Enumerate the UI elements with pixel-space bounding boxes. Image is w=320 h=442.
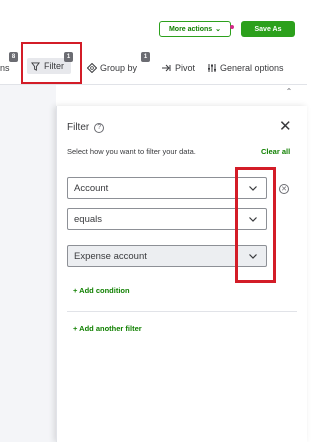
filter-panel-title: Filter <box>67 122 90 133</box>
toolbar-filter-label: Filter <box>44 61 64 71</box>
toolbar-divider <box>0 84 307 85</box>
more-actions-label: More actions <box>168 25 213 33</box>
value-select-value: Expense account <box>74 250 147 262</box>
filter-count-badge: 1 <box>64 52 73 62</box>
toolbar-item-group-by[interactable]: Group by <box>87 58 137 78</box>
pivot-icon <box>161 63 172 73</box>
report-background <box>0 84 56 442</box>
save-as-label: Save As <box>254 25 282 33</box>
toolbar-general-options-label: General options <box>220 63 284 73</box>
toolbar-group-by-label: Group by <box>100 63 138 73</box>
field-select-value: Account <box>74 182 109 194</box>
chevron-down-icon: ⌄ <box>215 25 222 33</box>
clear-all-link[interactable]: Clear all <box>261 147 290 156</box>
add-another-filter-link[interactable]: + Add another filter <box>73 324 142 333</box>
save-as-button[interactable]: Save As <box>241 21 295 37</box>
close-icon[interactable]: ✕ <box>279 119 292 134</box>
highlight-box <box>235 167 276 283</box>
collapse-chevron-icon[interactable]: ⌃ <box>283 87 295 97</box>
group-by-count-badge: 1 <box>141 52 150 62</box>
filter-panel-header: Filter ? <box>67 122 105 133</box>
filter-description: Select how you want to filter your data. <box>67 147 196 156</box>
notification-dot <box>230 25 234 29</box>
add-condition-link[interactable]: + Add condition <box>73 286 130 295</box>
toolbar-item-cut[interactable]: ns <box>0 58 10 78</box>
panel-divider <box>67 311 297 312</box>
toolbar-item-filter[interactable]: Filter <box>21 42 82 84</box>
toolbar-item-general-options[interactable]: General options <box>207 58 284 78</box>
group-by-icon <box>87 63 97 73</box>
toolbar-cut-label: ns <box>0 63 10 73</box>
more-actions-button[interactable]: More actions ⌄ <box>159 21 231 37</box>
cut-count-badge: 8 <box>9 52 18 62</box>
filter-icon <box>31 61 40 71</box>
toolbar-item-pivot[interactable]: Pivot <box>161 58 195 78</box>
remove-condition-icon[interactable]: ✕ <box>279 184 289 194</box>
toolbar-pivot-label: Pivot <box>175 63 196 73</box>
sliders-icon <box>207 63 217 73</box>
help-icon[interactable]: ? <box>94 122 105 133</box>
operator-select-value: equals <box>74 213 102 225</box>
